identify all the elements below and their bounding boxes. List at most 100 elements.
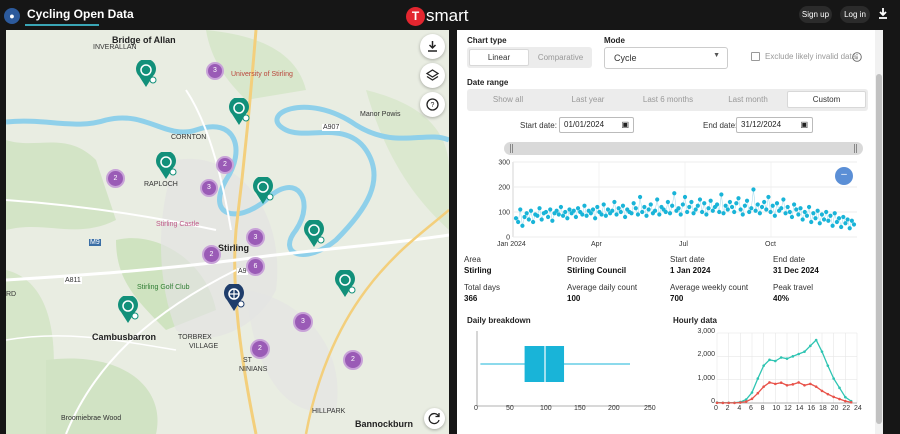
panel-scrollbar[interactable] [875,30,883,434]
y-tick-label: 1,000 [697,375,715,382]
data-point [764,207,769,212]
start-date-label: Start date: [520,121,557,130]
calendar-icon[interactable]: ▣ [621,118,629,132]
x-tick-label: 2 [725,405,730,412]
data-point [785,204,790,210]
map-label-bannockburn: Bannockburn [355,419,414,429]
range-last-month[interactable]: Last month [707,92,789,108]
cluster-marker[interactable]: 2 [216,156,234,174]
data-point [809,344,812,348]
data-point [770,203,775,208]
range-last-year[interactable]: Last year [547,92,629,108]
chart-type-linear[interactable]: Linear [469,49,529,66]
sign-up-button[interactable]: Sign up [799,6,832,23]
data-point [563,209,568,215]
x-tick-label: 0 [474,405,478,412]
data-point [524,211,529,216]
bike-logo-icon[interactable]: ● [4,8,20,24]
cluster-marker[interactable]: 3 [293,312,313,332]
data-point [706,206,711,211]
chart-type-comparative[interactable]: Comparative [531,49,590,66]
date-range-label: Date range [467,78,509,87]
data-point [571,208,576,213]
x-tick-label: Jan 2024 [497,241,526,248]
daily-scatter-chart: 0100200300 [498,160,857,242]
bike-counter-pin-icon[interactable] [303,220,325,248]
map-download-button[interactable] [420,34,445,59]
data-point [646,207,651,212]
data-point [819,212,825,217]
data-point [785,357,789,360]
data-panel: Chart type Linear Comparative Mode Cycle… [457,30,875,434]
data-point [751,187,756,192]
cluster-marker[interactable]: 2 [202,245,221,264]
map-help-button[interactable]: ? [420,92,445,117]
end-date-input[interactable]: 31/12/2024 ▣ [736,117,813,133]
data-point [755,202,760,207]
brand-logo: T smart [406,5,469,27]
bike-counter-pin-icon[interactable] [155,152,177,180]
stat-avg-weekly-label: Average weekly count [670,283,749,292]
slider-handle-right[interactable] [854,144,857,153]
download-icon[interactable] [877,7,889,20]
calendar-icon[interactable]: ▣ [800,118,808,132]
cluster-marker[interactable]: 3 [206,62,224,80]
data-point [800,217,805,222]
scrollbar-thumb[interactable] [876,74,882,424]
app-title-tab[interactable]: Cycling Open Data [27,7,134,21]
data-point [792,202,797,207]
map-label-st: ST [243,357,252,364]
range-custom[interactable]: Custom [787,91,866,108]
data-point [558,204,564,210]
x-tick-label: 50 [506,405,514,412]
date-range-slider[interactable] [504,142,863,155]
bike-counter-pin-icon[interactable] [228,98,250,126]
data-point [635,212,641,217]
data-point [844,395,847,399]
range-show-all[interactable]: Show all [467,92,549,108]
range-last-6-months[interactable]: Last 6 months [627,92,709,108]
exclude-invalid-checkbox[interactable] [751,52,760,61]
bike-counter-pin-icon[interactable] [334,270,356,298]
data-point [560,213,566,218]
data-point [629,211,634,216]
data-point [631,201,636,206]
info-icon[interactable] [852,52,862,62]
stat-avg-daily-value: 100 [567,294,581,303]
map-label-manor-powis: Manor Powis [360,111,401,118]
cluster-marker[interactable]: 2 [106,169,125,188]
stat-peak-travel-value: 40% [773,294,790,303]
start-date-input[interactable]: 01/01/2024 ▣ [559,117,634,133]
mode-select[interactable]: Cycle ▼ [604,47,728,69]
bike-counter-pin-icon[interactable] [117,296,139,324]
cluster-marker[interactable]: 3 [200,179,218,197]
bike-counter-pin-icon[interactable] [252,177,274,205]
mode-value: Cycle [614,53,637,63]
cluster-marker[interactable]: 2 [250,339,270,359]
cluster-marker[interactable]: 2 [343,350,363,370]
map-reset-button[interactable] [424,408,445,429]
data-point [672,191,677,196]
stat-start-date-label: Start date [670,255,705,264]
data-point [697,197,703,202]
map-layers-button[interactable] [420,63,445,88]
data-point [791,383,795,386]
cluster-marker[interactable]: 3 [246,228,265,247]
data-point [732,209,737,215]
data-point [742,203,747,208]
data-point [652,208,658,213]
y-tick-label: 2,000 [697,351,715,358]
log-in-button[interactable]: Log in [840,6,870,23]
data-point [759,204,765,210]
zoom-out-button[interactable]: – [835,167,853,185]
data-point [670,203,675,208]
slider-handle-left[interactable] [510,144,513,153]
cluster-marker[interactable]: 6 [246,257,265,276]
pedestrian-counter-pin-icon[interactable] [223,284,245,312]
bike-counter-pin-icon[interactable] [135,60,157,88]
data-point [605,207,611,212]
x-tick-label: 16 [807,405,816,412]
data-point [633,206,638,211]
data-point [644,213,649,218]
map-view[interactable]: Bridge of Allan INVERALLAN University of… [6,30,449,434]
